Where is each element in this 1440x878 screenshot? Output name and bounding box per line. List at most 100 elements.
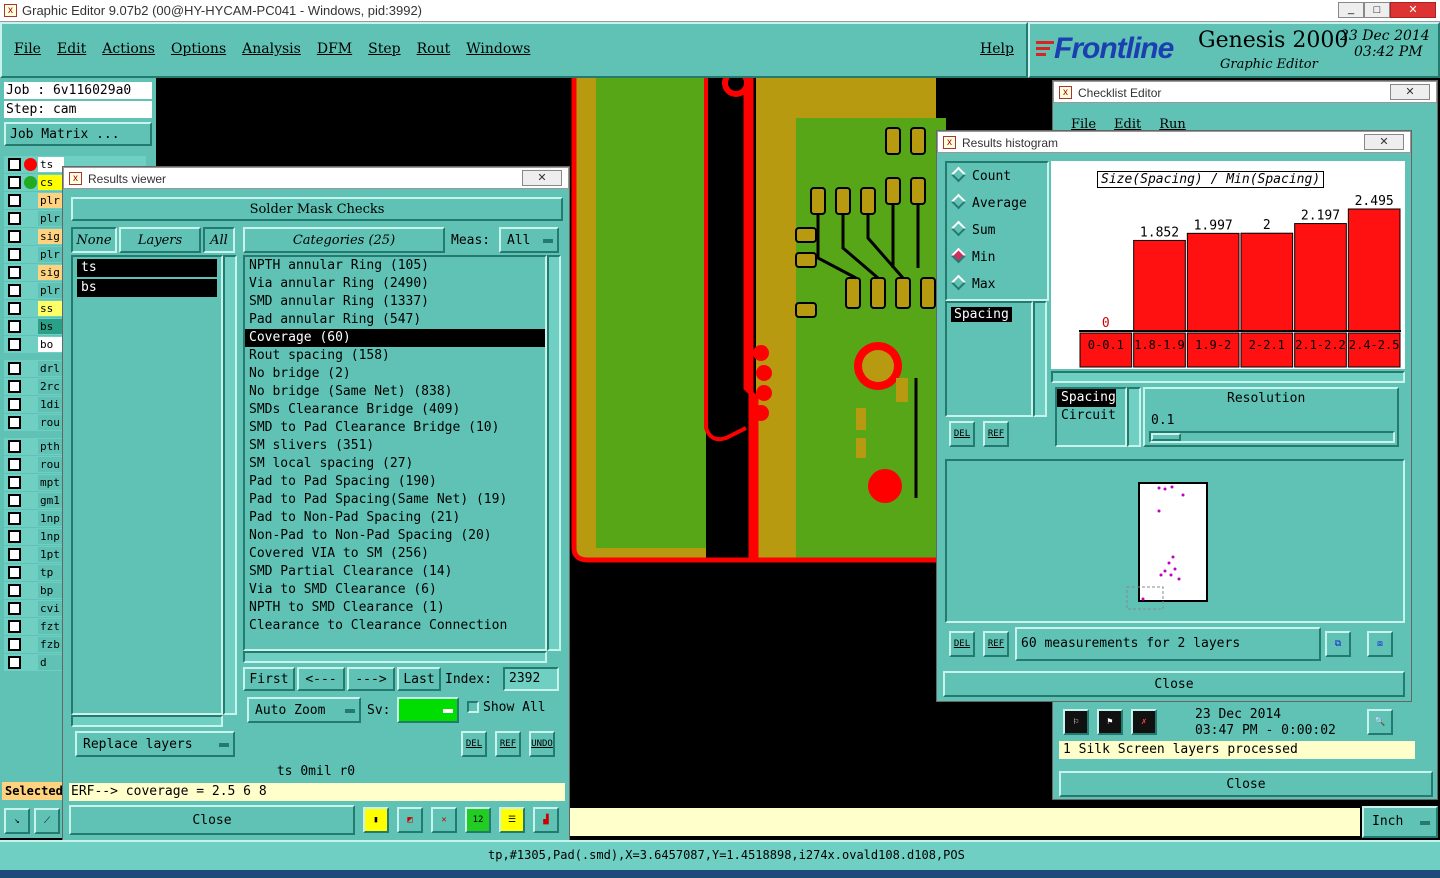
category-item[interactable]: SMD annular Ring (1337)	[245, 293, 545, 311]
histogram-bar[interactable]	[1294, 223, 1347, 332]
stat-option-sum[interactable]: Sum	[947, 217, 1047, 244]
highlight-tool-icon[interactable]: ◩	[397, 807, 423, 833]
results-viewer-close-icon[interactable]: ✕	[522, 170, 562, 186]
category-item[interactable]: No bridge (2)	[245, 365, 545, 383]
radio-icon[interactable]	[950, 247, 967, 264]
ruler-tool-icon[interactable]: ⟋	[34, 808, 60, 834]
export-icon[interactable]: ⧉	[1325, 631, 1351, 657]
category-item[interactable]: Clearance to Clearance Connection	[245, 617, 545, 635]
none-button[interactable]: None	[71, 227, 117, 253]
layer-checkbox[interactable]	[8, 398, 21, 411]
layer-checkbox[interactable]	[8, 566, 21, 579]
stat-option-average[interactable]: Average	[947, 190, 1047, 217]
layer-checkbox[interactable]	[8, 194, 21, 207]
del-button[interactable]: DEL	[461, 731, 487, 757]
menu-options[interactable]: Options	[171, 41, 226, 57]
histogram-bar[interactable]	[1186, 232, 1240, 332]
stop-run-icon[interactable]: ✗	[1131, 709, 1157, 735]
zoom-icon[interactable]: 🔍	[1367, 709, 1393, 735]
layer-checkbox[interactable]	[8, 458, 21, 471]
stat-option-count[interactable]: Count	[947, 163, 1047, 190]
layer-checkbox[interactable]	[8, 494, 21, 507]
layer-hscroll[interactable]	[71, 715, 223, 727]
all-button[interactable]: All	[203, 227, 235, 253]
ref-clear-icon[interactable]: ✕	[431, 807, 457, 833]
run-all-icon[interactable]: ⚑	[1097, 709, 1123, 735]
category-item[interactable]: Covered VIA to SM (256)	[245, 545, 545, 563]
stat-list[interactable]: Spacing	[945, 301, 1033, 417]
hist-ref-button[interactable]: REF	[983, 421, 1009, 447]
maximize-button[interactable]: □	[1364, 2, 1390, 18]
layer-checkbox[interactable]	[8, 338, 21, 351]
menu-step[interactable]: Step	[368, 41, 400, 57]
radio-icon[interactable]	[950, 166, 967, 183]
layer-checkbox[interactable]	[8, 512, 21, 525]
layer-checkbox[interactable]	[8, 620, 21, 633]
category-item[interactable]: NPTH annular Ring (105)	[245, 257, 545, 275]
layer-checkbox[interactable]	[8, 656, 21, 669]
meas-dropdown[interactable]: All	[499, 227, 559, 253]
menu-file[interactable]: File	[14, 41, 41, 57]
layer-checkbox[interactable]	[8, 158, 21, 171]
prev-button[interactable]: <---	[297, 667, 345, 691]
category-hscroll[interactable]	[243, 651, 547, 663]
layer-checkbox[interactable]	[8, 284, 21, 297]
stat-option-min[interactable]: Min	[947, 244, 1047, 271]
layer-checkbox[interactable]	[8, 266, 21, 279]
menu-rout[interactable]: Rout	[417, 41, 451, 57]
histogram-close-button[interactable]: Close	[943, 671, 1405, 697]
category-item[interactable]: Via annular Ring (2490)	[245, 275, 545, 293]
category-item[interactable]: Rout spacing (158)	[245, 347, 545, 365]
category-item[interactable]: Non-Pad to Non-Pad Spacing (20)	[245, 527, 545, 545]
undo-button[interactable]: UNDO	[529, 731, 555, 757]
layer-checkbox[interactable]	[8, 530, 21, 543]
layer-result-item[interactable]: ts	[77, 259, 217, 277]
category-vscroll[interactable]	[547, 255, 561, 651]
category-item[interactable]: SMD Partial Clearance (14)	[245, 563, 545, 581]
job-matrix-button[interactable]: Job Matrix ...	[4, 122, 152, 146]
menu-actions[interactable]: Actions	[102, 41, 155, 57]
replace-layers-dropdown[interactable]: Replace layers	[75, 731, 235, 757]
first-button[interactable]: First	[243, 667, 295, 691]
minimize-button[interactable]: _	[1338, 2, 1364, 18]
measure-tool-icon[interactable]: ↘	[4, 808, 30, 834]
layer-checkbox[interactable]	[8, 416, 21, 429]
radio-icon[interactable]	[950, 220, 967, 237]
layers-button[interactable]: Layers	[119, 227, 201, 253]
last-button[interactable]: Last	[397, 667, 441, 691]
resolution-slider-handle[interactable]	[1151, 433, 1181, 441]
number-tool-icon[interactable]: 12	[465, 807, 491, 833]
layer-results-list[interactable]: ts bs	[71, 255, 223, 715]
hist-del-button[interactable]: DEL	[949, 421, 975, 447]
resolution-slider[interactable]	[1149, 431, 1395, 443]
stat-list-item[interactable]: Spacing	[951, 307, 1012, 322]
layer-checkbox[interactable]	[8, 248, 21, 261]
radio-icon[interactable]	[950, 193, 967, 210]
category-item[interactable]: Pad annular Ring (547)	[245, 311, 545, 329]
layer-checkbox[interactable]	[8, 602, 21, 615]
layer-checkbox[interactable]	[8, 440, 21, 453]
close-window-button[interactable]: ✕	[1390, 2, 1436, 18]
report-icon[interactable]: ☰	[499, 807, 525, 833]
layer-checkbox[interactable]	[8, 212, 21, 225]
preview-del-button[interactable]: DEL	[949, 631, 975, 657]
layer-checkbox[interactable]	[8, 230, 21, 243]
resolution-list[interactable]: Spacing Circuit	[1055, 387, 1127, 447]
category-item[interactable]: SMD to Pad Clearance Bridge (10)	[245, 419, 545, 437]
histogram-bar[interactable]	[1240, 232, 1294, 332]
next-button[interactable]: --->	[347, 667, 395, 691]
layer-result-item[interactable]: bs	[77, 279, 217, 297]
command-line[interactable]	[570, 808, 1360, 836]
show-all-checkbox[interactable]	[467, 701, 479, 713]
ref-button[interactable]: REF	[495, 731, 521, 757]
radio-icon[interactable]	[950, 274, 967, 291]
menu-dfm[interactable]: DFM	[317, 41, 352, 57]
menu-analysis[interactable]: Analysis	[242, 41, 301, 57]
resolution-list-item[interactable]: Circuit	[1057, 407, 1125, 425]
category-item[interactable]: Pad to Non-Pad Spacing (21)	[245, 509, 545, 527]
import-icon[interactable]: ⧈	[1367, 631, 1393, 657]
results-viewer-close-button[interactable]: Close	[69, 805, 355, 835]
layer-checkbox[interactable]	[8, 302, 21, 315]
menu-edit[interactable]: Edit	[57, 41, 86, 57]
layer-checkbox[interactable]	[8, 476, 21, 489]
